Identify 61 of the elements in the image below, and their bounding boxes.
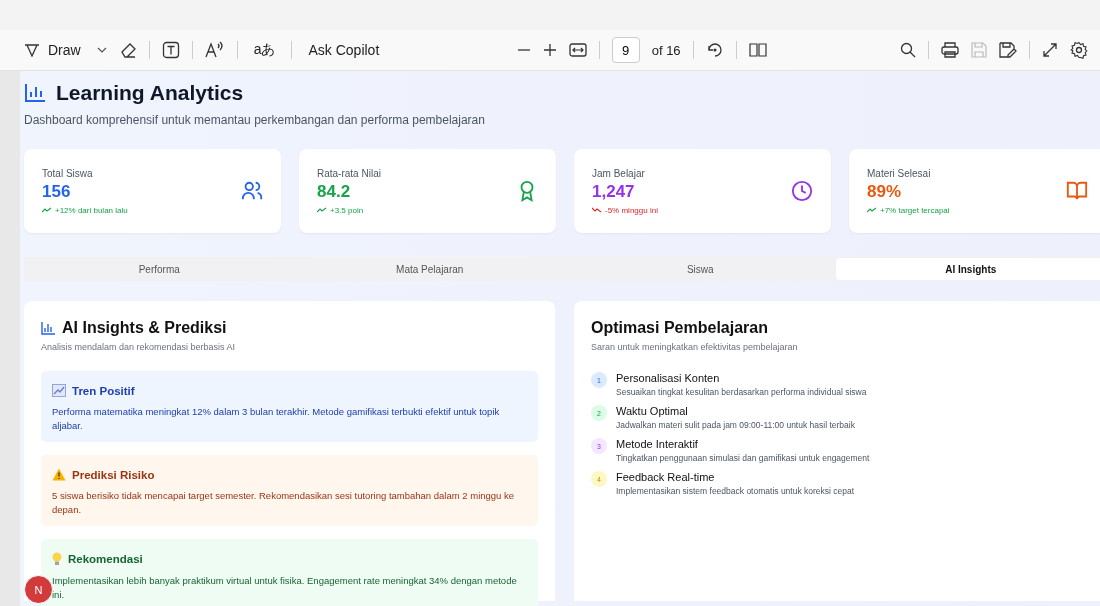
panel-subtitle: Analisis mendalam dan rekomendasi berbasis AI xyxy=(41,342,237,352)
read-aloud-icon[interactable] xyxy=(204,41,225,59)
warning-icon xyxy=(52,468,66,481)
translate-button[interactable]: aあ xyxy=(249,39,280,61)
panel-subtitle: Saran untuk meningkatkan efektivitas pembelajaran xyxy=(591,342,799,352)
page-count: of 16 xyxy=(651,42,681,58)
caret-icon[interactable] xyxy=(96,47,107,53)
stat-label: Rata-rata Nilai xyxy=(317,167,381,179)
clock-icon xyxy=(791,180,813,202)
insight-title: Rekomendasi xyxy=(68,553,143,565)
stat-value: 84.2 xyxy=(317,181,352,202)
panel-title: AI Insights & Prediksi xyxy=(62,319,227,337)
chart-up-icon xyxy=(52,384,66,397)
tab[interactable]: Siswa xyxy=(565,258,836,280)
print-icon[interactable] xyxy=(941,42,959,58)
stat-value: 156 xyxy=(42,181,72,202)
users-icon xyxy=(241,180,263,202)
stat-trend: +12% dari bulan lalu xyxy=(42,205,128,215)
step-title: Feedback Real-time xyxy=(616,471,716,483)
light-bulb-icon xyxy=(52,552,62,566)
insight-title: Prediksi Risiko xyxy=(72,468,155,481)
zoom-in-icon[interactable] xyxy=(542,43,557,57)
step-description: Sesuaikan tingkat kesulitan berdasarkan performa individual siswa xyxy=(616,387,867,397)
tab[interactable]: Mata Pelajaran xyxy=(294,258,565,280)
save-as-icon[interactable] xyxy=(999,42,1017,58)
insight-text: Implementasikan lebih banyak praktikum virtual untuk fisika. Engagement rate meningkat 34% dengan metode ini. xyxy=(52,574,518,602)
stat-trend: +7% target tercapai xyxy=(867,205,950,215)
page-subtitle: Dashboard komprehensif untuk memantau perkembangan dan performa pembelajaran xyxy=(24,113,486,127)
step-title: Waktu Optimal xyxy=(616,405,689,417)
stat-value: 89% xyxy=(867,181,903,202)
step-title: Metode Interaktif xyxy=(616,438,699,450)
text-box-icon[interactable] xyxy=(161,41,180,59)
page-title: Learning Analytics xyxy=(56,81,244,105)
expand-icon[interactable] xyxy=(1042,42,1058,58)
step-description: Jadwalkan materi sulit pada jam 09:00-11:00 untuk hasil terbaik xyxy=(616,420,855,430)
settings-icon[interactable] xyxy=(1070,41,1088,59)
bar-chart-icon xyxy=(24,83,46,103)
draw-button[interactable]: Draw xyxy=(20,40,85,60)
stat-label: Materi Selesai xyxy=(867,167,932,179)
step-title: Personalisasi Konten xyxy=(616,372,721,384)
insight-text: Performa matematika meningkat 12% dalam 3 bulan terakhir. Metode gamifikasi terbukti efektif untuk topik aljabar. xyxy=(52,405,501,433)
bar-chart-icon xyxy=(41,321,55,335)
panel-title: Optimasi Pembelajaran xyxy=(591,319,769,337)
stat-value: 1,247 xyxy=(592,181,636,202)
book-icon xyxy=(1066,180,1088,202)
insight-title: Tren Positif xyxy=(72,384,135,397)
insight-text: 5 siswa berisiko tidak mencapai target semester. Rekomendasikan sesi tutoring tambahan dalam 2 minggu ke depan. xyxy=(52,489,516,517)
two-page-icon[interactable] xyxy=(748,42,767,58)
stat-trend: -5% minggu ini xyxy=(592,205,658,215)
stat-trend: +3.5 poin xyxy=(317,205,381,215)
step-description: Tingkatkan penggunaan simulasi dan gamifikasi untuk engagement xyxy=(616,453,870,463)
fit-width-icon[interactable] xyxy=(568,43,587,57)
tab[interactable]: Performa xyxy=(24,258,295,280)
stat-label: Jam Belajar xyxy=(592,167,646,179)
ask-copilot-button[interactable]: Ask Copilot xyxy=(304,40,384,60)
tab[interactable]: AI Insights xyxy=(835,258,1100,280)
stat-label: Total Siswa xyxy=(42,167,94,179)
rotate-icon[interactable] xyxy=(705,41,724,59)
search-icon[interactable] xyxy=(900,42,916,58)
page-number-field[interactable]: 9 xyxy=(611,37,640,63)
step-description: Implementasikan sistem feedback otomatis untuk koreksi cepat xyxy=(616,486,855,496)
